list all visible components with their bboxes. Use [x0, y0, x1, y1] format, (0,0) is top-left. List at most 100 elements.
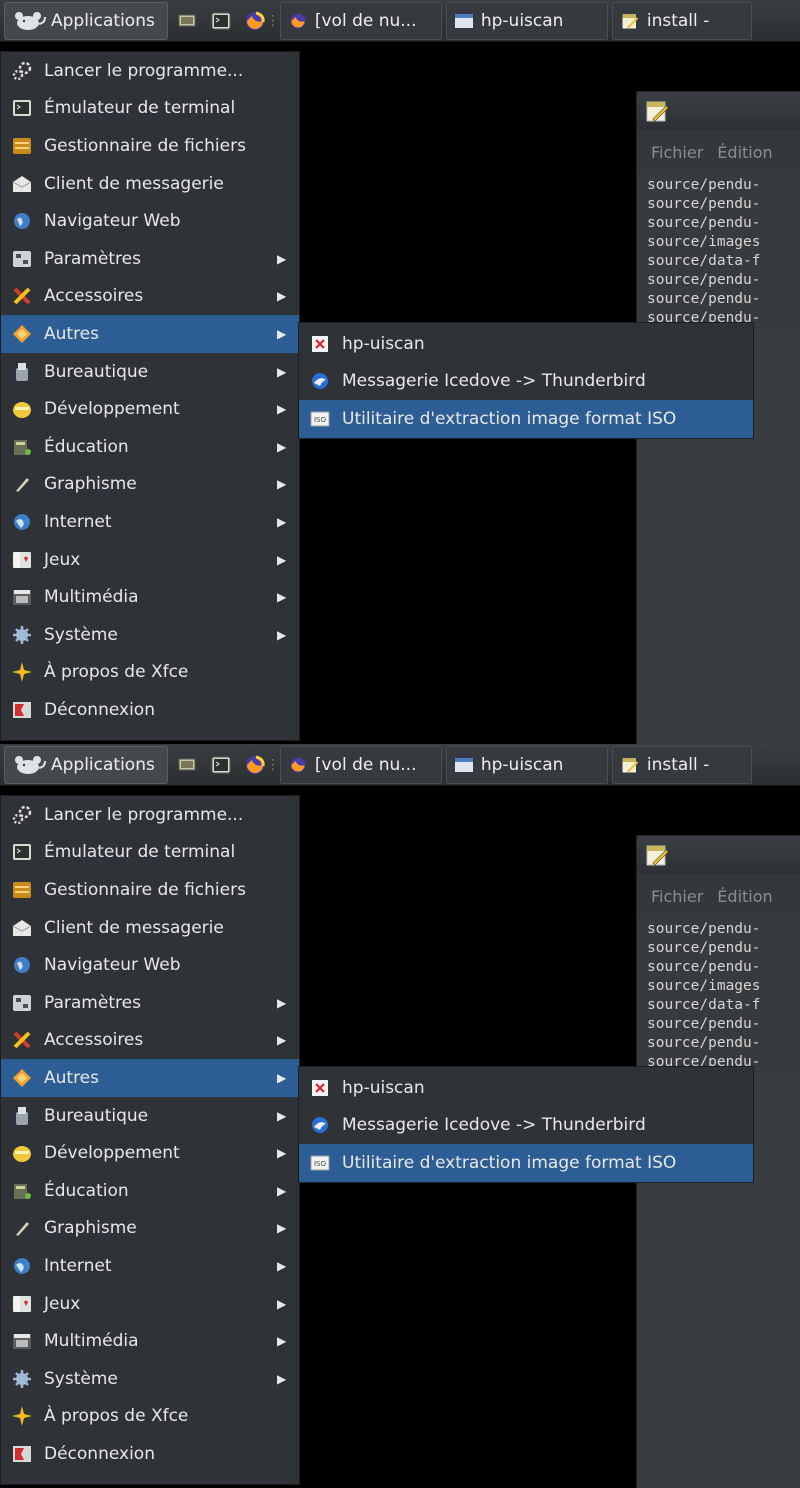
menu-item-logout[interactable]: Déconnexion	[1, 691, 299, 729]
submenu-item-icedove-thunderbird[interactable]: Messagerie Icedove -> Thunderbird	[299, 1107, 753, 1145]
menu-item-label: Déconnexion	[44, 699, 155, 720]
run-icon	[11, 804, 33, 826]
submenu-arrow-icon: ▶	[277, 1146, 287, 1161]
menu-item-label: Développement	[44, 1143, 180, 1164]
mail-icon	[11, 917, 33, 939]
submenu-item-hp-uiscan[interactable]: hp-uiscan	[299, 325, 753, 363]
menu-item-terminal[interactable]: Émulateur de terminal	[1, 90, 299, 128]
menu-item-system[interactable]: Système ▶	[1, 1360, 299, 1398]
menu-item-education[interactable]: Éducation ▶	[1, 1172, 299, 1210]
submenu-item-icedove-thunderbird[interactable]: Messagerie Icedove -> Thunderbird	[299, 363, 753, 401]
svg-text:ISO: ISO	[314, 416, 327, 424]
menu-item-education[interactable]: Éducation ▶	[1, 428, 299, 466]
submenu-arrow-icon: ▶	[277, 627, 287, 642]
menu-item-about-xfce[interactable]: À propos de Xfce	[1, 1398, 299, 1436]
task-hp-uiscan-window[interactable]: hp-uiscan	[445, 1, 608, 40]
show-desktop-launcher[interactable]	[172, 746, 202, 784]
terminal-launcher[interactable]	[206, 2, 236, 40]
menu-item-others[interactable]: Autres ▶	[1, 315, 299, 353]
text-editor-icon	[646, 101, 669, 122]
menu-item-multimedia[interactable]: Multimédia ▶	[1, 578, 299, 616]
applications-menu-button[interactable]: Applications	[4, 1, 168, 40]
editor-text-area[interactable]: source/pendu-source/pendu-source/pendu-s…	[637, 174, 800, 328]
multimedia-icon	[11, 586, 33, 608]
submenu-item-hp-uiscan[interactable]: hp-uiscan	[299, 1069, 753, 1107]
menu-item-web-browser[interactable]: Navigateur Web	[1, 946, 299, 984]
menu-item-label: Bureautique	[44, 361, 149, 382]
menu-file[interactable]: Fichier	[651, 887, 703, 906]
menu-item-label: Graphisme	[44, 474, 137, 495]
editor-text-area[interactable]: source/pendu-source/pendu-source/pendu-s…	[637, 918, 800, 1072]
menu-item-mail-client[interactable]: Client de messagerie	[1, 909, 299, 947]
editor-titlebar[interactable]	[637, 92, 800, 130]
editor-titlebar[interactable]	[637, 836, 800, 874]
menu-item-office[interactable]: Bureautique ▶	[1, 353, 299, 391]
menu-file[interactable]: Fichier	[651, 143, 703, 162]
task-install-window[interactable]: install -	[611, 745, 752, 784]
menu-item-about-xfce[interactable]: À propos de Xfce	[1, 654, 299, 692]
menu-item-file-manager[interactable]: Gestionnaire de fichiers	[1, 871, 299, 909]
xfce-mouse-icon	[15, 11, 46, 30]
menu-item-label: Client de messagerie	[44, 173, 224, 194]
menu-item-label: Lancer le programme...	[44, 804, 244, 825]
text-line: source/pendu-	[647, 940, 761, 956]
menu-item-file-manager[interactable]: Gestionnaire de fichiers	[1, 127, 299, 165]
icedove-icon	[309, 1114, 331, 1136]
menu-item-games[interactable]: Jeux ▶	[1, 1285, 299, 1323]
menu-item-internet[interactable]: Internet ▶	[1, 1247, 299, 1285]
terminal-icon	[211, 12, 231, 29]
submenu-item-label: hp-uiscan	[342, 333, 425, 354]
task-label: [vol de nu...	[314, 754, 417, 775]
menu-item-system[interactable]: Système ▶	[1, 616, 299, 654]
task-firefox-window[interactable]: [vol de nu...	[279, 745, 442, 784]
submenu-arrow-icon: ▶	[277, 364, 287, 379]
submenu-arrow-icon: ▶	[277, 1070, 287, 1085]
menu-item-games[interactable]: Jeux ▶	[1, 541, 299, 579]
menu-item-logout[interactable]: Déconnexion	[1, 1435, 299, 1473]
submenu-arrow-icon: ▶	[277, 1258, 287, 1273]
menu-item-accessories[interactable]: Accessoires ▶	[1, 1022, 299, 1060]
menu-item-development[interactable]: Développement ▶	[1, 1134, 299, 1172]
submenu-arrow-icon: ▶	[277, 439, 287, 454]
submenu-arrow-icon: ▶	[277, 402, 287, 417]
system-icon	[11, 1368, 33, 1390]
system-icon	[11, 624, 33, 646]
submenu-item-iso-extractor[interactable]: ISO Utilitaire d'extraction image format…	[299, 1144, 753, 1182]
office-icon	[11, 361, 33, 383]
menu-item-graphics[interactable]: Graphisme ▶	[1, 466, 299, 504]
terminal-launcher[interactable]	[206, 746, 236, 784]
task-hp-uiscan-window[interactable]: hp-uiscan	[445, 745, 608, 784]
menu-item-graphics[interactable]: Graphisme ▶	[1, 1210, 299, 1248]
menu-edit[interactable]: Édition	[717, 143, 772, 162]
desktop-screenshot-2: Fichier Édition source/pendu-source/pend…	[0, 744, 800, 1488]
show-desktop-launcher[interactable]	[172, 2, 202, 40]
menu-edit[interactable]: Édition	[717, 887, 772, 906]
games-icon	[11, 549, 33, 571]
applications-menu-button[interactable]: Applications	[4, 745, 168, 784]
accessories-icon	[11, 285, 33, 307]
menu-item-accessories[interactable]: Accessoires ▶	[1, 278, 299, 316]
text-line: source/images	[647, 234, 761, 250]
menu-item-run-program[interactable]: Lancer le programme...	[1, 52, 299, 90]
menu-item-run-program[interactable]: Lancer le programme...	[1, 796, 299, 834]
text-line: source/data-f	[647, 253, 761, 269]
web-browser-icon	[11, 210, 33, 232]
applications-menu: Lancer le programme... Émulateur de term…	[0, 51, 300, 741]
menu-item-office[interactable]: Bureautique ▶	[1, 1097, 299, 1135]
web-browser-icon	[11, 954, 33, 976]
menu-item-settings[interactable]: Paramètres ▶	[1, 240, 299, 278]
settings-icon	[11, 248, 33, 270]
task-firefox-window[interactable]: [vol de nu...	[279, 1, 442, 40]
submenu-item-iso-extractor[interactable]: ISO Utilitaire d'extraction image format…	[299, 400, 753, 438]
task-label: install -	[646, 754, 710, 775]
menu-item-others[interactable]: Autres ▶	[1, 1059, 299, 1097]
menu-item-terminal[interactable]: Émulateur de terminal	[1, 834, 299, 872]
menu-item-development[interactable]: Développement ▶	[1, 390, 299, 428]
menu-item-web-browser[interactable]: Navigateur Web	[1, 202, 299, 240]
menu-item-mail-client[interactable]: Client de messagerie	[1, 165, 299, 203]
menu-item-multimedia[interactable]: Multimédia ▶	[1, 1322, 299, 1360]
desktop-icon	[178, 14, 196, 26]
menu-item-settings[interactable]: Paramètres ▶	[1, 984, 299, 1022]
menu-item-internet[interactable]: Internet ▶	[1, 503, 299, 541]
task-install-window[interactable]: install -	[611, 1, 752, 40]
